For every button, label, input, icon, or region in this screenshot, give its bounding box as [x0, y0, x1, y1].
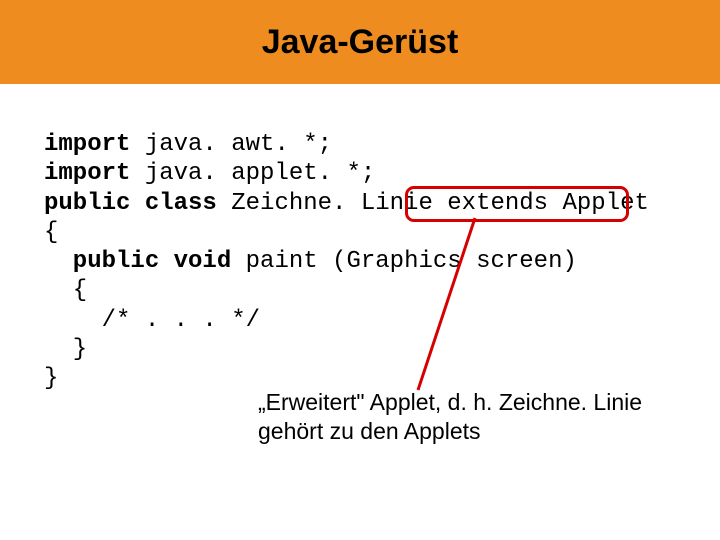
code-text: } [44, 336, 87, 363]
code-text: java. awt. *; [130, 131, 332, 158]
slide: Java-Gerüst import java. awt. *; import … [0, 0, 720, 540]
code-text: { [44, 277, 87, 304]
annotation-line-2: gehört zu den Applets [258, 418, 481, 444]
code-text: paint (Graphics screen) [231, 248, 577, 275]
keyword-import: import [44, 160, 130, 187]
highlight-box [405, 186, 629, 222]
code-text: } [44, 365, 58, 392]
code-text: java. applet. *; [130, 160, 375, 187]
annotation-line-1: „Erweitert" Applet, d. h. Zeichne. Linie [258, 389, 642, 415]
annotation-text: „Erweitert" Applet, d. h. Zeichne. Linie… [258, 388, 688, 446]
code-text: /* . . . */ [44, 307, 260, 334]
keyword-import: import [44, 131, 130, 158]
keyword-public-class: public class [44, 190, 217, 217]
title-bar: Java-Gerüst [0, 0, 720, 84]
keyword-public-void: public void [44, 248, 231, 275]
code-text: { [44, 219, 58, 246]
slide-title: Java-Gerüst [262, 23, 459, 62]
code-block: import java. awt. *; import java. applet… [44, 130, 649, 393]
